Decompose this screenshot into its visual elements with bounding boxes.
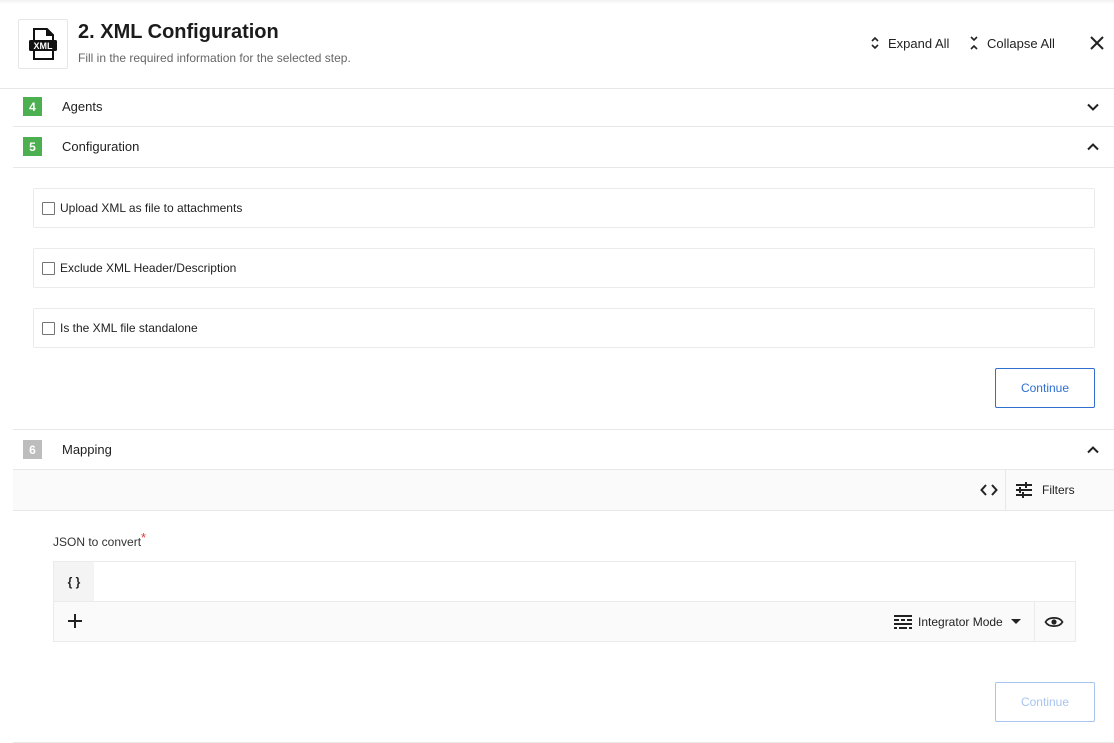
page-subtitle: Fill in the required information for the… xyxy=(78,51,351,65)
field-toolbar: Integrator Mode xyxy=(54,601,1075,642)
code-view-button[interactable] xyxy=(973,470,1005,510)
xml-file-icon: XML xyxy=(18,19,68,69)
step-badge: 6 xyxy=(23,440,42,459)
chevron-up-icon[interactable] xyxy=(1086,140,1100,154)
step-header: XML 2. XML Configuration Fill in the req… xyxy=(0,0,1114,89)
configuration-continue-button[interactable]: Continue xyxy=(995,368,1095,408)
add-icon[interactable] xyxy=(66,612,84,630)
upload-xml-checkbox[interactable] xyxy=(42,201,55,215)
field-label-text: JSON to convert xyxy=(53,535,142,549)
option-upload-xml[interactable]: Upload XML as file to attachments xyxy=(33,188,1095,228)
field-toolbar-divider xyxy=(1034,602,1035,642)
json-to-convert-label: JSON to convert* xyxy=(53,530,146,549)
section-mapping[interactable]: 6 Mapping xyxy=(13,429,1114,470)
close-icon xyxy=(1090,36,1104,50)
filters-icon xyxy=(1016,482,1032,498)
collapse-all-label: Collapse All xyxy=(987,35,1055,51)
toolbar-divider xyxy=(1005,470,1006,510)
filters-button[interactable]: Filters xyxy=(1016,470,1075,510)
integrator-mode-dropdown[interactable]: Integrator Mode xyxy=(894,602,1021,642)
section-configuration[interactable]: 5 Configuration xyxy=(13,127,1114,168)
section-label: Configuration xyxy=(62,139,140,154)
header-shadow xyxy=(0,0,1114,4)
page-title: 2. XML Configuration xyxy=(78,21,279,43)
section-label: Mapping xyxy=(62,442,112,457)
step-badge: 4 xyxy=(23,97,42,116)
collapse-all-button[interactable]: Collapse All xyxy=(969,35,1055,51)
eye-icon[interactable] xyxy=(1044,613,1064,631)
chevron-down-icon[interactable] xyxy=(1086,100,1100,114)
expand-all-label: Expand All xyxy=(888,35,950,51)
collapse-icon xyxy=(970,36,978,50)
section-label: Agents xyxy=(62,99,103,114)
option-standalone[interactable]: Is the XML file standalone xyxy=(33,308,1095,348)
mapping-toolbar: Filters xyxy=(13,470,1114,511)
exclude-header-checkbox[interactable] xyxy=(42,261,55,275)
option-label: Exclude XML Header/Description xyxy=(60,261,237,275)
standalone-checkbox[interactable] xyxy=(42,321,55,335)
svg-text:XML: XML xyxy=(34,41,54,51)
caret-down-icon xyxy=(1010,619,1021,624)
mapping-continue-button[interactable]: Continue xyxy=(995,682,1095,722)
json-to-convert-field: { } Integrator Mode xyxy=(53,561,1076,642)
code-icon xyxy=(980,484,998,496)
close-button[interactable] xyxy=(1088,34,1106,52)
mode-icon xyxy=(894,615,912,629)
expand-all-button[interactable]: Expand All xyxy=(870,35,949,51)
option-label: Upload XML as file to attachments xyxy=(60,201,243,215)
step-badge: 5 xyxy=(23,137,42,156)
filters-label: Filters xyxy=(1042,483,1075,497)
integrator-mode-label: Integrator Mode xyxy=(918,615,1003,629)
section-agents[interactable]: 4 Agents xyxy=(13,89,1114,127)
expand-icon xyxy=(871,36,879,50)
chevron-up-icon[interactable] xyxy=(1086,443,1100,457)
option-label: Is the XML file standalone xyxy=(60,321,198,335)
option-exclude-header[interactable]: Exclude XML Header/Description xyxy=(33,248,1095,288)
json-to-convert-input[interactable] xyxy=(94,562,1075,601)
json-type-icon: { } xyxy=(54,562,94,601)
required-mark: * xyxy=(141,530,147,545)
